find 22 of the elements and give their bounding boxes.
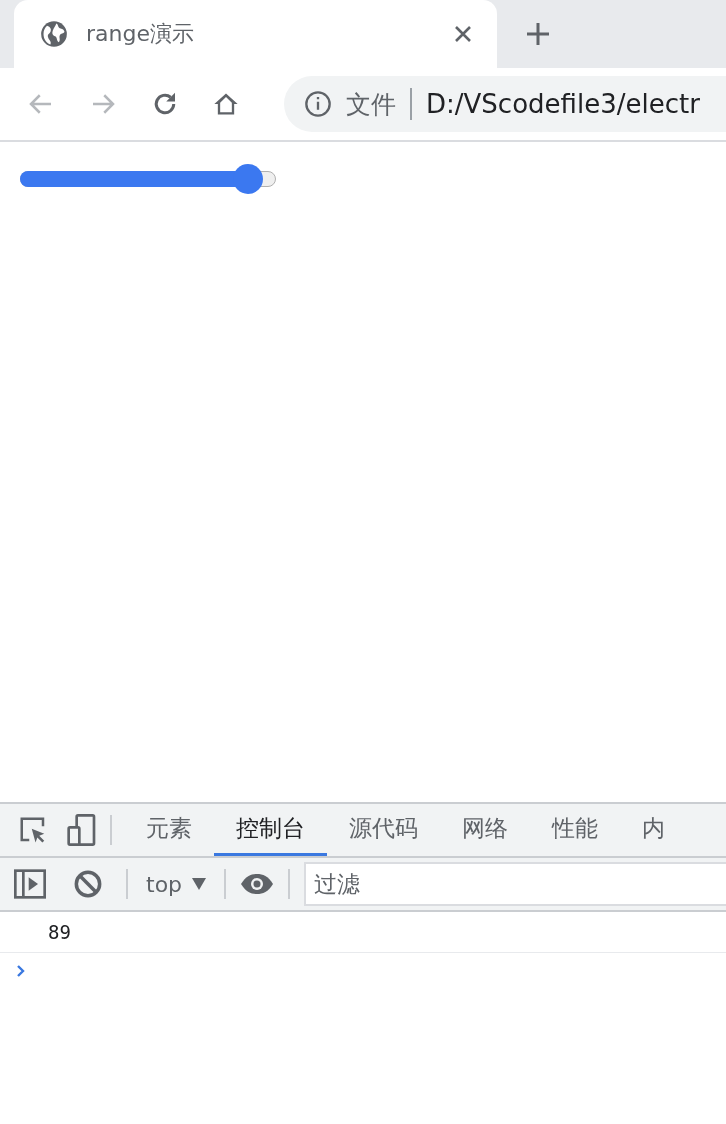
browser-tab[interactable]: range演示 — [14, 0, 497, 68]
slider-thumb[interactable] — [232, 164, 263, 194]
tab-title: range演示 — [86, 20, 195, 48]
clear-icon[interactable] — [74, 870, 102, 898]
filter-field[interactable]: 过滤 — [304, 862, 726, 906]
devtools-tab[interactable]: 元素 — [124, 804, 214, 856]
devtools-tab[interactable]: 网络 — [440, 804, 530, 856]
devtools-tab[interactable]: 源代码 — [327, 804, 440, 856]
console-output: 89 — [48, 921, 71, 943]
eye-icon[interactable] — [240, 873, 275, 895]
devtools-tab[interactable]: 性能 — [530, 804, 620, 856]
scheme-label: 文件 — [346, 88, 396, 121]
sidebar-toggle-icon[interactable] — [14, 869, 46, 899]
prompt-chevron-icon — [16, 964, 26, 978]
info-icon — [304, 90, 332, 118]
address-bar[interactable]: 文件 D:/VScodefile3/electr — [284, 76, 726, 132]
context-dropdown[interactable]: top — [142, 871, 211, 897]
close-icon[interactable] — [453, 24, 473, 44]
devtools-tab[interactable]: 内 — [620, 804, 687, 856]
url-text: D:/VScodefile3/electr — [426, 89, 700, 119]
globe-icon — [40, 20, 68, 48]
caret-icon — [192, 878, 207, 890]
